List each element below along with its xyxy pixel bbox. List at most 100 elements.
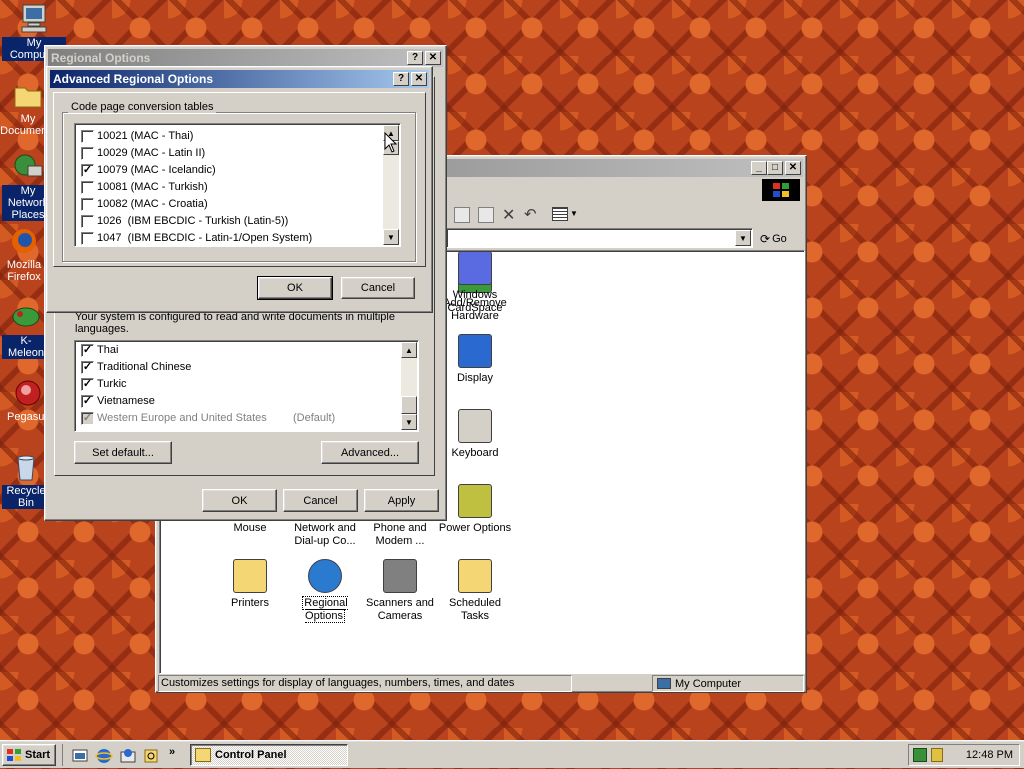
printer-icon (233, 559, 267, 593)
code-page-row[interactable]: ✓ 10079 (MAC - Icelandic) (75, 162, 382, 179)
search-icon[interactable] (143, 747, 165, 769)
scanner-icon (383, 559, 417, 593)
address-bar[interactable]: ▼ (446, 228, 753, 248)
code-page-row[interactable]: 10021 (MAC - Thai) (75, 128, 382, 145)
globe-icon (308, 559, 342, 593)
code-page-row[interactable]: 1047 (IBM EBCDIC - Latin-1/Open System) (75, 230, 382, 247)
status-text: Customizes settings for display of langu… (158, 675, 572, 692)
code-page-row[interactable]: 10029 (MAC - Latin II) (75, 145, 382, 162)
ok-button[interactable]: OK (202, 489, 277, 512)
language-checkbox[interactable]: ✓ (81, 378, 94, 391)
language-row[interactable]: ✓ Thai (75, 342, 400, 359)
control-panel-item-label: Network and Dial-up Co... (294, 522, 356, 547)
outlook-express-icon[interactable] (119, 747, 141, 769)
quick-launch: » (62, 744, 184, 766)
advanced-button[interactable]: Advanced... (321, 441, 419, 464)
delete-icon[interactable]: ✕ (502, 205, 515, 225)
start-button[interactable]: Start (2, 744, 56, 766)
scroll-thumb[interactable] (401, 396, 417, 414)
apply-button[interactable]: Apply (364, 489, 439, 512)
code-page-checkbox[interactable] (81, 232, 94, 245)
internet-explorer-icon[interactable] (95, 747, 117, 769)
control-panel-item-label: Phone and Modem ... (373, 522, 427, 547)
control-panel-item[interactable]: Scanners and Cameras (361, 559, 439, 623)
scroll-down-button[interactable]: ▼ (401, 414, 417, 430)
code-page-row[interactable]: 10081 (MAC - Turkish) (75, 179, 382, 196)
maximize-button[interactable]: □ (767, 161, 783, 175)
close-button[interactable]: ✕ (785, 161, 801, 175)
control-panel-item[interactable]: Printers (211, 559, 289, 610)
language-checkbox[interactable]: ✓ (81, 412, 94, 425)
close-button[interactable]: ✕ (411, 72, 427, 86)
language-row[interactable]: ✓ Vietnamese (75, 393, 400, 410)
taskbar-task-label: Control Panel (215, 749, 287, 761)
code-page-label: 10081 (MAC - Turkish) (97, 181, 208, 193)
help-button[interactable]: ? (393, 72, 409, 86)
go-button[interactable]: ⟳ Go (760, 230, 787, 248)
regional-options-titlebar[interactable]: Regional Options ? ✕ (48, 49, 443, 67)
desktop-icon-label: Recycle Bin (2, 485, 50, 509)
pegasus-icon (15, 380, 41, 406)
language-row[interactable]: ✓ Turkic (75, 376, 400, 393)
code-page-checkbox[interactable] (81, 198, 94, 211)
views-icon[interactable] (552, 207, 568, 221)
network-tray-icon[interactable] (913, 748, 927, 762)
cancel-button[interactable]: Cancel (341, 277, 415, 299)
scroll-down-button[interactable]: ▼ (383, 229, 399, 245)
code-page-list[interactable]: 10021 (MAC - Thai) 10029 (MAC - Latin II)… (74, 123, 401, 247)
code-page-label: 10082 (MAC - Croatia) (97, 198, 208, 210)
scroll-up-button[interactable]: ▲ (401, 342, 417, 358)
undo-icon[interactable]: ↶ (524, 205, 537, 223)
clock[interactable]: 12:48 PM (966, 749, 1013, 761)
code-page-checkbox[interactable]: ✓ (81, 164, 94, 177)
control-panel-icon (195, 748, 211, 762)
control-panel-item[interactable]: Scheduled Tasks (436, 559, 514, 623)
code-page-row[interactable]: 1026 (IBM EBCDIC - Turkish (Latin-5)) (75, 213, 382, 230)
control-panel-item[interactable]: Display (436, 334, 514, 385)
language-row[interactable]: ✓ Traditional Chinese (75, 359, 400, 376)
move-to-icon[interactable] (454, 207, 470, 223)
advanced-titlebar[interactable]: Advanced Regional Options ? ✕ (50, 70, 429, 88)
control-panel-item-label: Mouse (233, 522, 267, 534)
control-panel-item[interactable]: Keyboard (436, 409, 514, 460)
control-panel-item[interactable]: Regional Options (286, 559, 364, 623)
code-page-checkbox[interactable] (81, 130, 94, 143)
taskbar-button-control-panel[interactable]: Control Panel (190, 744, 348, 766)
show-desktop-icon[interactable] (71, 747, 93, 769)
desktop-icon-recycle-bin[interactable]: Recycle Bin (2, 452, 50, 509)
language-description: Your system is configured to read and wr… (75, 311, 395, 335)
help-button[interactable]: ? (407, 51, 423, 65)
close-button[interactable]: ✕ (425, 51, 441, 65)
control-panel-item[interactable]: Power Options (436, 484, 514, 535)
desktop-icon-label: Mozilla Firefox (6, 259, 42, 283)
chevron-down-icon[interactable]: ▼ (570, 209, 578, 218)
control-panel-item-label: Windows CardSpace (447, 289, 503, 314)
language-checkbox[interactable]: ✓ (81, 344, 94, 357)
minimize-button[interactable]: _ (751, 161, 767, 175)
language-row[interactable]: ✓ Western Europe and United States (Defaul… (75, 410, 400, 427)
ok-button[interactable]: OK (257, 276, 333, 300)
copy-to-icon[interactable] (478, 207, 494, 223)
language-label: Turkic (97, 378, 127, 390)
code-page-label: 1047 (IBM EBCDIC - Latin-1/Open System) (97, 232, 313, 244)
keyboard-icon (458, 409, 492, 443)
address-dropdown-button[interactable]: ▼ (735, 230, 751, 246)
language-label: Thai (97, 344, 119, 356)
code-page-checkbox[interactable] (81, 215, 94, 228)
set-default-button[interactable]: Set default... (74, 441, 172, 464)
chevron-right-icon[interactable]: » (169, 746, 175, 758)
code-page-checkbox[interactable] (81, 147, 94, 160)
control-panel-item[interactable]: Windows CardSpace (436, 251, 514, 315)
code-page-row[interactable]: 10082 (MAC - Croatia) (75, 196, 382, 213)
cancel-button[interactable]: Cancel (283, 489, 358, 512)
my-computer-icon (21, 4, 47, 33)
desktop-icon-firefox[interactable]: Mozilla Firefox (0, 226, 50, 283)
advanced-regional-options-dialog: Advanced Regional Options ? ✕ Code page … (46, 66, 433, 313)
language-checkbox[interactable]: ✓ (81, 361, 94, 374)
language-list[interactable]: ✓ Thai ✓ Traditional Chinese ✓ Turkic ✓ Vietnam… (74, 340, 419, 432)
language-checkbox[interactable]: ✓ (81, 395, 94, 408)
desktop-icon-kmeleon[interactable]: K-Meleon (2, 302, 50, 359)
language-scrollbar[interactable]: ▲ ▼ (401, 342, 417, 430)
volume-tray-icon[interactable] (931, 748, 943, 762)
code-page-checkbox[interactable] (81, 181, 94, 194)
